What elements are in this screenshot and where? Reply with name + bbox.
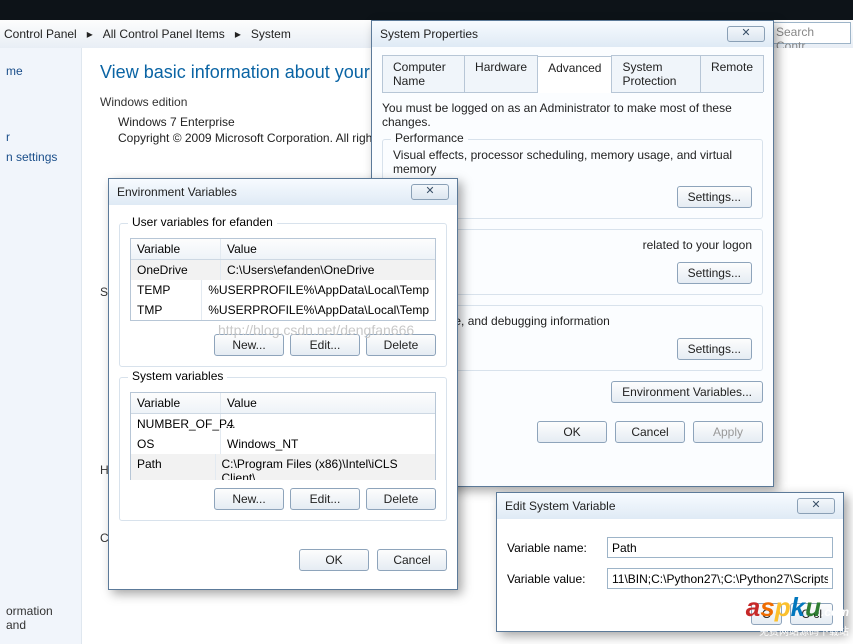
column-header[interactable]: Variable bbox=[131, 393, 221, 413]
close-icon[interactable]: ✕ bbox=[797, 498, 835, 514]
tab-advanced[interactable]: Advanced bbox=[537, 56, 612, 93]
admin-note: You must be logged on as an Administrato… bbox=[382, 101, 763, 129]
table-row[interactable]: OSWindows_NT bbox=[131, 434, 435, 454]
group-title: User variables for efanden bbox=[128, 215, 277, 229]
sidebar-item[interactable]: r bbox=[6, 130, 75, 144]
performance-settings-button[interactable]: Settings... bbox=[677, 186, 752, 208]
group-title: Performance bbox=[391, 131, 468, 145]
column-header[interactable]: Value bbox=[221, 393, 263, 413]
variable-value-input[interactable] bbox=[607, 568, 833, 589]
table-row[interactable]: OneDriveC:\Users\efanden\OneDrive bbox=[131, 260, 435, 280]
sidebar: me r n settings ormation and bbox=[0, 48, 82, 644]
sys-edit-button[interactable]: Edit... bbox=[290, 488, 360, 510]
ok-button[interactable]: OK bbox=[299, 549, 369, 571]
tab-system-protection[interactable]: System Protection bbox=[611, 55, 701, 92]
close-icon[interactable]: ✕ bbox=[727, 26, 765, 42]
close-icon[interactable]: ✕ bbox=[411, 184, 449, 200]
chevron-right-icon: ▸ bbox=[229, 27, 247, 41]
column-header[interactable]: Variable bbox=[131, 239, 221, 259]
sidebar-item[interactable]: me bbox=[6, 64, 75, 78]
tab-computer-name[interactable]: Computer Name bbox=[382, 55, 465, 92]
user-profiles-settings-button[interactable]: Settings... bbox=[677, 262, 752, 284]
tab-hardware[interactable]: Hardware bbox=[464, 55, 538, 92]
dialog-title: System Properties bbox=[380, 27, 478, 41]
variable-name-label: Variable name: bbox=[507, 541, 607, 555]
dialog-title: Environment Variables bbox=[117, 185, 237, 199]
variable-value-label: Variable value: bbox=[507, 572, 607, 586]
ok-button[interactable]: OK bbox=[537, 421, 607, 443]
table-row[interactable]: TEMP%USERPROFILE%\AppData\Local\Temp bbox=[131, 280, 435, 300]
group-desc: Visual effects, processor scheduling, me… bbox=[393, 148, 752, 176]
search-input[interactable]: Search Contr bbox=[771, 22, 851, 44]
chevron-right-icon: ▸ bbox=[81, 27, 99, 41]
user-variables-table[interactable]: VariableValue OneDriveC:\Users\efanden\O… bbox=[130, 238, 436, 321]
system-variables-table[interactable]: VariableValue NUMBER_OF_P...4 OSWindows_… bbox=[130, 392, 436, 480]
table-row[interactable]: NUMBER_OF_P...4 bbox=[131, 414, 435, 434]
breadcrumb-item[interactable]: System bbox=[251, 27, 291, 41]
apply-button[interactable]: Apply bbox=[693, 421, 763, 443]
dialog-title: Edit System Variable bbox=[505, 499, 616, 513]
column-header[interactable]: Value bbox=[221, 239, 263, 259]
related-label: ormation and bbox=[6, 604, 75, 632]
breadcrumb-item[interactable]: Control Panel bbox=[4, 27, 77, 41]
environment-variables-button[interactable]: Environment Variables... bbox=[611, 381, 763, 403]
logo: aspku.com 免费网站源码下载站 bbox=[746, 592, 849, 638]
sys-delete-button[interactable]: Delete bbox=[366, 488, 436, 510]
user-edit-button[interactable]: Edit... bbox=[290, 334, 360, 356]
environment-variables-dialog: Environment Variables ✕ User variables f… bbox=[108, 178, 458, 590]
startup-recovery-settings-button[interactable]: Settings... bbox=[677, 338, 752, 360]
cancel-button[interactable]: Cancel bbox=[377, 549, 447, 571]
sys-new-button[interactable]: New... bbox=[214, 488, 284, 510]
sidebar-item[interactable]: n settings bbox=[6, 150, 75, 164]
table-row[interactable]: PathC:\Program Files (x86)\Intel\iCLS Cl… bbox=[131, 454, 435, 480]
table-row[interactable]: TMP%USERPROFILE%\AppData\Local\Temp bbox=[131, 300, 435, 320]
group-title: System variables bbox=[128, 369, 227, 383]
user-new-button[interactable]: New... bbox=[214, 334, 284, 356]
variable-name-input[interactable] bbox=[607, 537, 833, 558]
tab-remote[interactable]: Remote bbox=[700, 55, 764, 92]
user-delete-button[interactable]: Delete bbox=[366, 334, 436, 356]
breadcrumb-item[interactable]: All Control Panel Items bbox=[103, 27, 225, 41]
cancel-button[interactable]: Cancel bbox=[615, 421, 685, 443]
